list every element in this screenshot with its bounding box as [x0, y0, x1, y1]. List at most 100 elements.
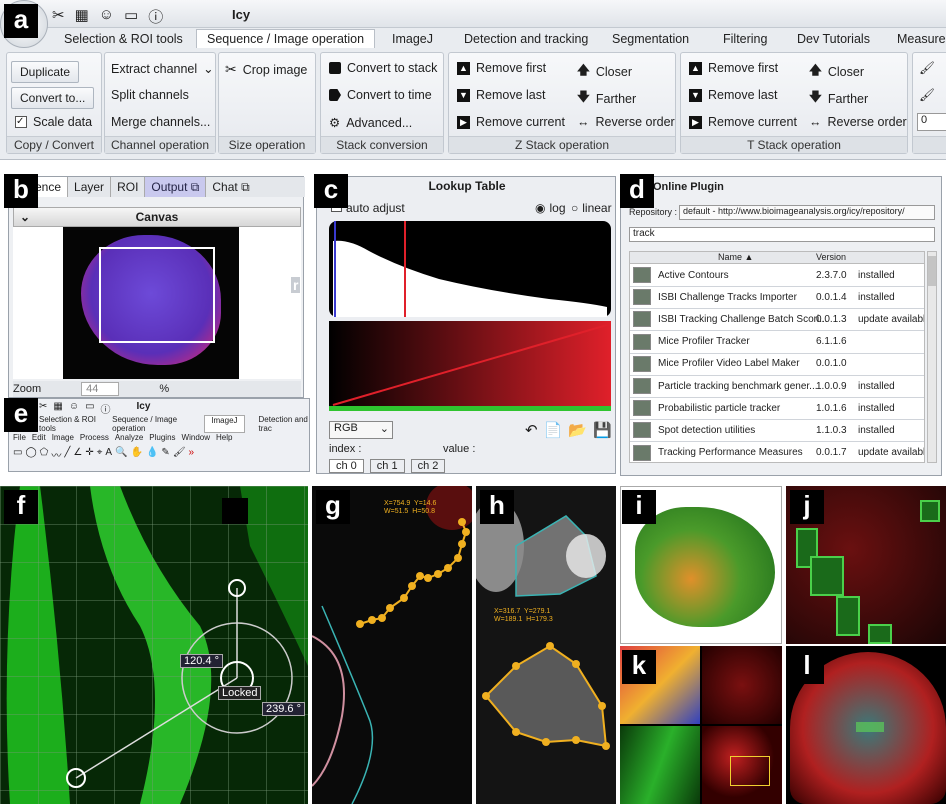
menu-window[interactable]: Window	[182, 433, 210, 442]
mini-tab-imagej[interactable]: ImageJ	[204, 415, 245, 433]
tab-filtering[interactable]: Filtering	[723, 32, 767, 46]
rectangle-tool-icon[interactable]: ▭	[13, 447, 22, 462]
smiley-icon[interactable]: ☺	[99, 6, 114, 27]
table-row[interactable]: Probabilistic particle tracker 1.0.1.6 ins…	[630, 397, 924, 421]
log-radio[interactable]: ◉ log	[535, 201, 566, 215]
tools-icon[interactable]: ✂	[52, 6, 65, 27]
t-reverse-button[interactable]: ↔ Reverse order	[809, 115, 907, 129]
scale-data-checkbox[interactable]: ✓ Scale data	[15, 115, 92, 129]
tab-ch1[interactable]: ch 1	[369, 459, 405, 473]
dropper-tool-icon[interactable]: 💧	[146, 447, 158, 462]
merge-channels-button[interactable]: Merge channels...	[111, 115, 210, 129]
brush2-icon[interactable]: 🖌	[919, 88, 935, 103]
menu-process[interactable]: Process	[80, 433, 109, 442]
col-version[interactable]: Version	[816, 252, 846, 262]
layout-icon[interactable]: ▦	[53, 401, 62, 416]
plugin-search-input[interactable]: track	[629, 227, 935, 242]
mini-tab-selection[interactable]: Selection & ROI tools	[39, 415, 98, 433]
tab-measure[interactable]: Measure	[897, 32, 946, 46]
table-row[interactable]: Mice Profiler Tracker 6.1.1.6	[630, 331, 924, 354]
save-icon[interactable]: 💾	[593, 421, 612, 439]
table-row[interactable]: Tracking Performance Measures 0.0.1.7 upda…	[630, 442, 924, 462]
canvas-area[interactable]: r	[13, 227, 301, 379]
wand-tool-icon[interactable]: ⌖	[97, 447, 103, 462]
extract-channel-button[interactable]: Extract channel ⌄	[111, 61, 214, 77]
box-4[interactable]	[868, 624, 892, 644]
menu-edit[interactable]: Edit	[32, 433, 46, 442]
table-row[interactable]: Active Contours 2.3.7.0 installed	[630, 264, 924, 287]
layout-icon[interactable]: ▦	[75, 6, 89, 27]
table-row[interactable]: Particle tracking benchmark gener... 1.0.…	[630, 375, 924, 398]
menu-analyze[interactable]: Analyze	[115, 433, 143, 442]
tab-detection-tracking[interactable]: Detection and tracking	[464, 32, 588, 46]
col-name[interactable]: Name ▲	[718, 252, 753, 262]
tab-output[interactable]: Output ⧉	[145, 177, 207, 197]
color-mode-select[interactable]: RGB ⌄	[329, 421, 393, 439]
oval-tool-icon[interactable]: ◯	[25, 447, 36, 462]
open-folder-icon[interactable]: 📂	[568, 421, 587, 439]
info-icon[interactable]: ⓘ	[101, 401, 111, 416]
window-icon[interactable]: ▭	[85, 401, 94, 416]
tab-chat[interactable]: Chat ⧉	[206, 177, 255, 197]
hand-tool-icon[interactable]: ✋	[131, 447, 143, 462]
brush-icon[interactable]: 🖌	[919, 61, 935, 76]
tab-ch2[interactable]: ch 2	[410, 459, 446, 473]
roi-rectangle[interactable]	[99, 247, 215, 343]
box-5[interactable]	[920, 500, 940, 522]
duplicate-button[interactable]: Duplicate	[11, 61, 80, 83]
point-tool-icon[interactable]: ✛	[85, 447, 93, 462]
value-spinner[interactable]: 0	[917, 113, 946, 131]
box-2[interactable]	[810, 556, 844, 596]
text-tool-icon[interactable]: A	[105, 447, 112, 462]
smiley-icon[interactable]: ☺	[69, 401, 79, 416]
advanced-button[interactable]: ⚙ Advanced...	[329, 115, 412, 131]
z-remove-first-button[interactable]: ▲ Remove first	[457, 61, 546, 75]
table-row[interactable]: ISBI Tracking Challenge Batch Scori... 0.…	[630, 308, 924, 332]
t-farther-button[interactable]: 🡇 Farther	[809, 88, 868, 109]
angle-tool-icon[interactable]: ∠	[73, 447, 82, 462]
repository-select[interactable]: default - http://www.bioimageanalysis.or…	[679, 205, 935, 220]
tab-sequence-image-operation[interactable]: Sequence / Image operation	[196, 29, 376, 48]
table-row[interactable]: Mice Profiler Video Label Maker 0.0.1.0	[630, 353, 924, 376]
zoom-input[interactable]: 44	[81, 382, 120, 396]
box-3[interactable]	[836, 596, 860, 636]
menu-file[interactable]: File	[13, 433, 26, 442]
split-channels-button[interactable]: Split channels	[111, 88, 189, 102]
crop-image-button[interactable]: ✂ Crop image	[225, 61, 307, 78]
t-remove-last-button[interactable]: ▼ Remove last	[689, 88, 777, 102]
t-remove-current-button[interactable]: ▶ Remove current	[689, 115, 797, 129]
zoom-tool-icon[interactable]: 🔍	[115, 447, 127, 462]
t-closer-button[interactable]: 🡅 Closer	[809, 61, 864, 82]
new-file-icon[interactable]: 📄	[544, 421, 563, 439]
chevron-down-icon[interactable]: ⌄	[20, 208, 30, 226]
line-tool-icon[interactable]: ╱	[64, 447, 70, 462]
plugin-scrollbar[interactable]	[927, 251, 937, 463]
pencil-icon[interactable]: ✎	[161, 447, 169, 462]
mini-tab-sequence[interactable]: Sequence / Image operation	[112, 415, 190, 433]
window-icon[interactable]: ▭	[124, 6, 138, 27]
freehand-tool-icon[interactable]: 〰	[51, 447, 61, 462]
z-remove-current-button[interactable]: ▶ Remove current	[457, 115, 565, 129]
menu-image[interactable]: Image	[52, 433, 74, 442]
convert-to-button[interactable]: Convert to...	[11, 87, 95, 109]
menu-plugins[interactable]: Plugins	[149, 433, 175, 442]
z-reverse-button[interactable]: ↔ Reverse order	[577, 115, 675, 129]
tab-imagej[interactable]: ImageJ	[392, 32, 433, 46]
table-row[interactable]: Spot detection utilities 1.1.0.3 installed	[630, 419, 924, 443]
tab-roi[interactable]: ROI	[111, 177, 146, 197]
undo-icon[interactable]: ↶	[525, 421, 538, 439]
more-tools-icon[interactable]: »	[189, 447, 195, 462]
z-closer-button[interactable]: 🡅 Closer	[577, 61, 632, 82]
tab-selection-roi[interactable]: Selection & ROI tools	[64, 32, 183, 46]
info-icon[interactable]: ⓘ	[148, 6, 163, 27]
selection-box[interactable]	[730, 756, 770, 786]
convert-to-time-button[interactable]: Convert to time	[329, 88, 432, 102]
table-row[interactable]: ISBI Challenge Tracks Importer 0.0.1.4 ins…	[630, 286, 924, 310]
lut-histogram[interactable]	[329, 221, 611, 413]
menu-help[interactable]: Help	[216, 433, 232, 442]
brush-icon[interactable]: 🖌	[173, 447, 186, 462]
mini-tab-detection[interactable]: Detection and trac	[259, 415, 309, 433]
linear-radio[interactable]: ○ linear	[571, 201, 612, 215]
tab-layer[interactable]: Layer	[68, 177, 112, 197]
z-farther-button[interactable]: 🡇 Farther	[577, 88, 636, 109]
